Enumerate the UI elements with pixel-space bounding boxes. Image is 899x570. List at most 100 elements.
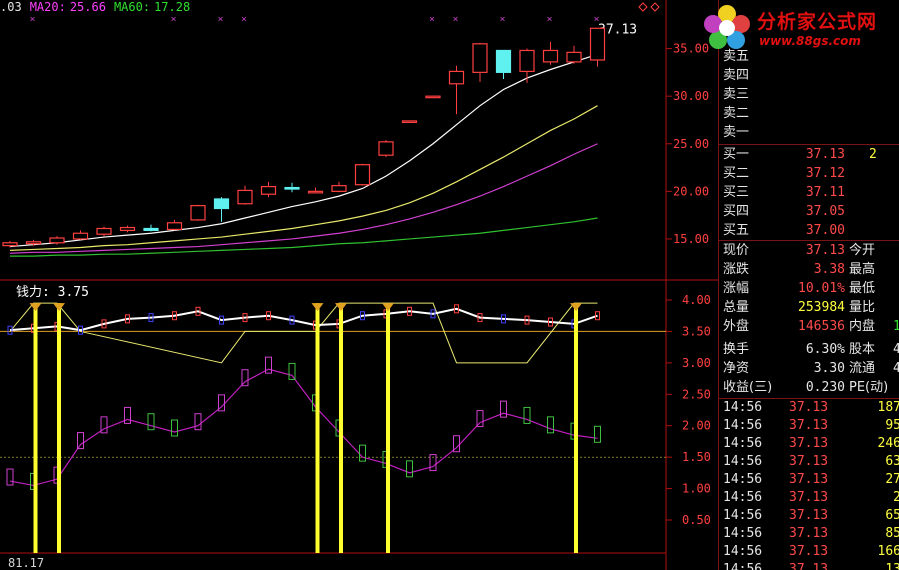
stat-label: 总量: [723, 300, 750, 315]
indicator-bar: [6, 468, 14, 486]
tick-volume: 166: [877, 544, 899, 559]
ask-row[interactable]: 卖三: [719, 86, 899, 104]
ask-row[interactable]: 卖一: [719, 124, 899, 142]
stat-row: 换手 6.30% 股本 4: [719, 341, 899, 359]
tick-time: 14:56: [723, 508, 763, 523]
indicator-bar: [359, 444, 366, 462]
quote-panel: 卖五 卖四 卖三 卖二 卖一 买一 37.13 2 买二 37.12 买三 37.11 买四 37.05…: [718, 0, 899, 570]
price-tick-label: 25.00: [673, 137, 709, 151]
tick-price: 37.13: [789, 562, 829, 570]
tick-row[interactable]: 14:5637.132S: [719, 489, 899, 507]
stat-value: 0.230: [805, 380, 845, 395]
tick-price: 37.13: [789, 418, 829, 433]
indicator-tick-label: 3.00: [682, 356, 711, 370]
candle-body: [25, 241, 42, 245]
candle-body: [96, 227, 112, 235]
stat-row: 收益(三) 0.230 PE(动): [719, 379, 899, 397]
tick-row[interactable]: 14:5637.1365S: [719, 507, 899, 525]
tick-row[interactable]: 14:5637.1395S: [719, 417, 899, 435]
candle-body: [425, 95, 441, 99]
signal-bar: [339, 303, 343, 553]
stat-label: 流通: [849, 361, 876, 376]
tick-row[interactable]: 14:5637.1313S: [719, 561, 899, 570]
site-logo: 分析家公式网 www.88gs.com: [697, 0, 899, 56]
indicator-tick-label: 0.50: [682, 513, 711, 527]
stat-label: 换手: [723, 342, 750, 357]
indicator-bar: [500, 400, 507, 418]
indicator-header: 钱力: 3.75: [16, 281, 89, 300]
stat-value: 4: [893, 341, 899, 359]
tick-price: 37.13: [789, 490, 829, 505]
candle-body: [49, 237, 65, 244]
stat-label: 股本: [849, 342, 876, 357]
tick-price: 37.13: [789, 508, 829, 523]
tick-row[interactable]: 14:5637.13246S: [719, 435, 899, 453]
envelope-line: [9, 302, 598, 364]
tick-volume: 27: [885, 472, 899, 487]
price-and-indicator-chart[interactable]: 35.0030.0025.0020.0015.0037.13 × × × × × × × × ×…: [0, 0, 718, 570]
signal-marker-icon: ×: [30, 14, 36, 25]
ask-row[interactable]: 卖二: [719, 105, 899, 123]
bid-row[interactable]: 买五 37.00: [719, 222, 899, 240]
order-price: 37.12: [805, 166, 845, 181]
tick-volume: 246: [877, 436, 899, 451]
ask-row[interactable]: 卖四: [719, 67, 899, 85]
bid-row[interactable]: 买一 37.13 2: [719, 146, 899, 164]
indicator-bar: [594, 425, 601, 443]
candle-body: [448, 70, 465, 85]
kline-chart-area[interactable]: .03 MA20: 25.66 MA60: 17.28 35.00 30.00 25.00 2…: [0, 0, 718, 570]
indicator-tick-label: 1.00: [682, 482, 711, 496]
tick-price: 37.13: [789, 544, 829, 559]
stat-value: 253984: [798, 300, 845, 315]
order-label: 买五: [723, 223, 750, 238]
tick-row[interactable]: 14:5637.1363S: [719, 453, 899, 471]
candle-body: [566, 51, 582, 63]
stat-label: 外盘: [723, 319, 750, 334]
tick-volume: 63: [885, 454, 899, 469]
indicator-tick-label: 1.50: [682, 450, 711, 464]
tick-time: 14:56: [723, 400, 763, 415]
tick-price: 37.13: [789, 472, 829, 487]
tick-time: 14:56: [723, 526, 763, 541]
tick-row[interactable]: 14:5637.1327S: [719, 471, 899, 489]
ma60-magenta-line: [9, 143, 598, 254]
candle-body: [589, 27, 606, 61]
stat-row: 现价 37.13 今开: [719, 242, 899, 260]
candle-body: [2, 242, 18, 247]
bid-row[interactable]: 买三 37.11: [719, 184, 899, 202]
indicator-bar: [124, 406, 131, 424]
stat-row: 涨跌 3.38 最高: [719, 261, 899, 279]
divider: [719, 144, 899, 145]
stat-value: 10: [893, 318, 899, 336]
tick-row[interactable]: 14:5637.13166S: [719, 543, 899, 561]
stat-label: 最低: [849, 281, 876, 296]
order-price: 37.13: [805, 147, 845, 162]
stat-value: 10.01%: [798, 281, 845, 296]
stat-value: 37.13: [805, 243, 845, 258]
ma-white-line: [9, 53, 598, 248]
tick-price: 37.13: [789, 436, 829, 451]
bid-row[interactable]: 买二 37.12: [719, 165, 899, 183]
order-price: 37.00: [805, 223, 845, 238]
tick-time: 14:56: [723, 418, 763, 433]
indicator-bar: [547, 416, 554, 434]
indicator-tick-label: 4.00: [682, 293, 711, 307]
tick-price: 37.13: [789, 454, 829, 469]
bid-row[interactable]: 买四 37.05: [719, 203, 899, 221]
indicator-tick-label: 2.00: [682, 419, 711, 433]
stat-label: 涨跌: [723, 262, 750, 277]
candle-body: [119, 226, 136, 231]
divider: [719, 240, 899, 241]
indicator-bar: [406, 460, 413, 478]
tick-volume: 95: [885, 418, 899, 433]
stat-value: 3.30: [813, 361, 845, 376]
tick-volume: 85: [885, 526, 899, 541]
stat-row: 涨幅 10.01% 最低: [719, 280, 899, 298]
order-label: 买二: [723, 166, 750, 181]
stat-row: 总量 253984 量比: [719, 299, 899, 317]
tick-row[interactable]: 14:5637.13187S: [719, 399, 899, 417]
signal-arrow-icon: [570, 303, 582, 312]
tick-row[interactable]: 14:5637.1385S: [719, 525, 899, 543]
bottom-value: 81.17: [8, 556, 45, 570]
order-qty: 2: [869, 147, 877, 162]
